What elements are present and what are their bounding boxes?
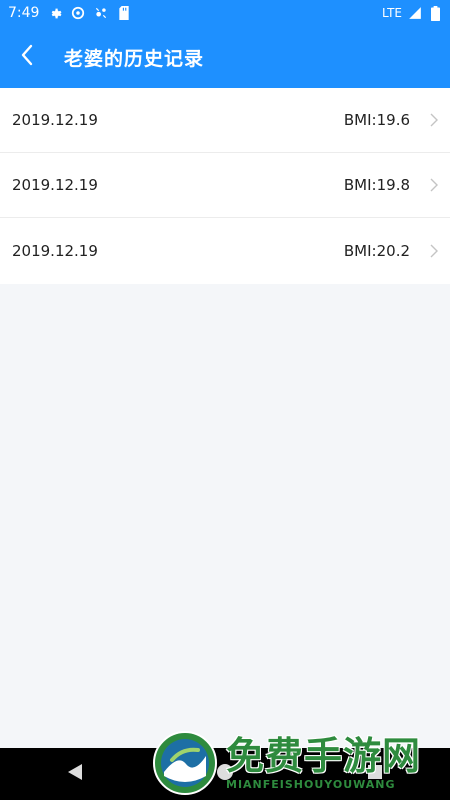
app-bar: 老婆的历史记录: [0, 26, 450, 88]
battery-icon: [428, 5, 442, 21]
list-item[interactable]: 2019.12.19 BMI:20.2: [0, 218, 450, 284]
record-bmi: BMI:19.6: [343, 111, 410, 129]
status-left: 7:49: [8, 5, 131, 21]
sync-icon: [71, 6, 85, 20]
recents-square-icon: [367, 764, 383, 784]
back-triangle-icon: [67, 763, 83, 785]
nav-back-button[interactable]: [45, 748, 105, 800]
history-list: 2019.12.19 BMI:19.6 2019.12.19 BMI:19.8 …: [0, 88, 450, 284]
system-nav-bar: [0, 748, 450, 800]
home-circle-icon: [216, 763, 234, 785]
list-item[interactable]: 2019.12.19 BMI:19.6: [0, 88, 450, 153]
page-title: 老婆的历史记录: [64, 47, 205, 70]
status-right: LTE: [382, 5, 442, 21]
status-time: 7:49: [8, 5, 40, 21]
chevron-right-icon: [416, 113, 438, 127]
record-date: 2019.12.19: [12, 111, 98, 129]
chevron-right-icon: [416, 178, 438, 192]
chevron-right-icon: [416, 244, 438, 258]
record-date: 2019.12.19: [12, 176, 98, 194]
bug-icon: [94, 6, 108, 20]
sd-card-icon: [117, 6, 131, 20]
record-bmi: BMI:19.8: [343, 176, 410, 194]
nav-home-button[interactable]: [195, 748, 255, 800]
status-bar: 7:49 LTE: [0, 0, 450, 26]
gear-icon: [48, 6, 62, 20]
list-item[interactable]: 2019.12.19 BMI:19.8: [0, 153, 450, 218]
nav-recents-button[interactable]: [345, 748, 405, 800]
back-button[interactable]: [0, 26, 54, 88]
record-bmi: BMI:20.2: [343, 242, 410, 260]
signal-icon: [408, 6, 422, 20]
chevron-left-icon: [20, 44, 34, 70]
record-date: 2019.12.19: [12, 242, 98, 260]
network-label: LTE: [382, 6, 402, 20]
